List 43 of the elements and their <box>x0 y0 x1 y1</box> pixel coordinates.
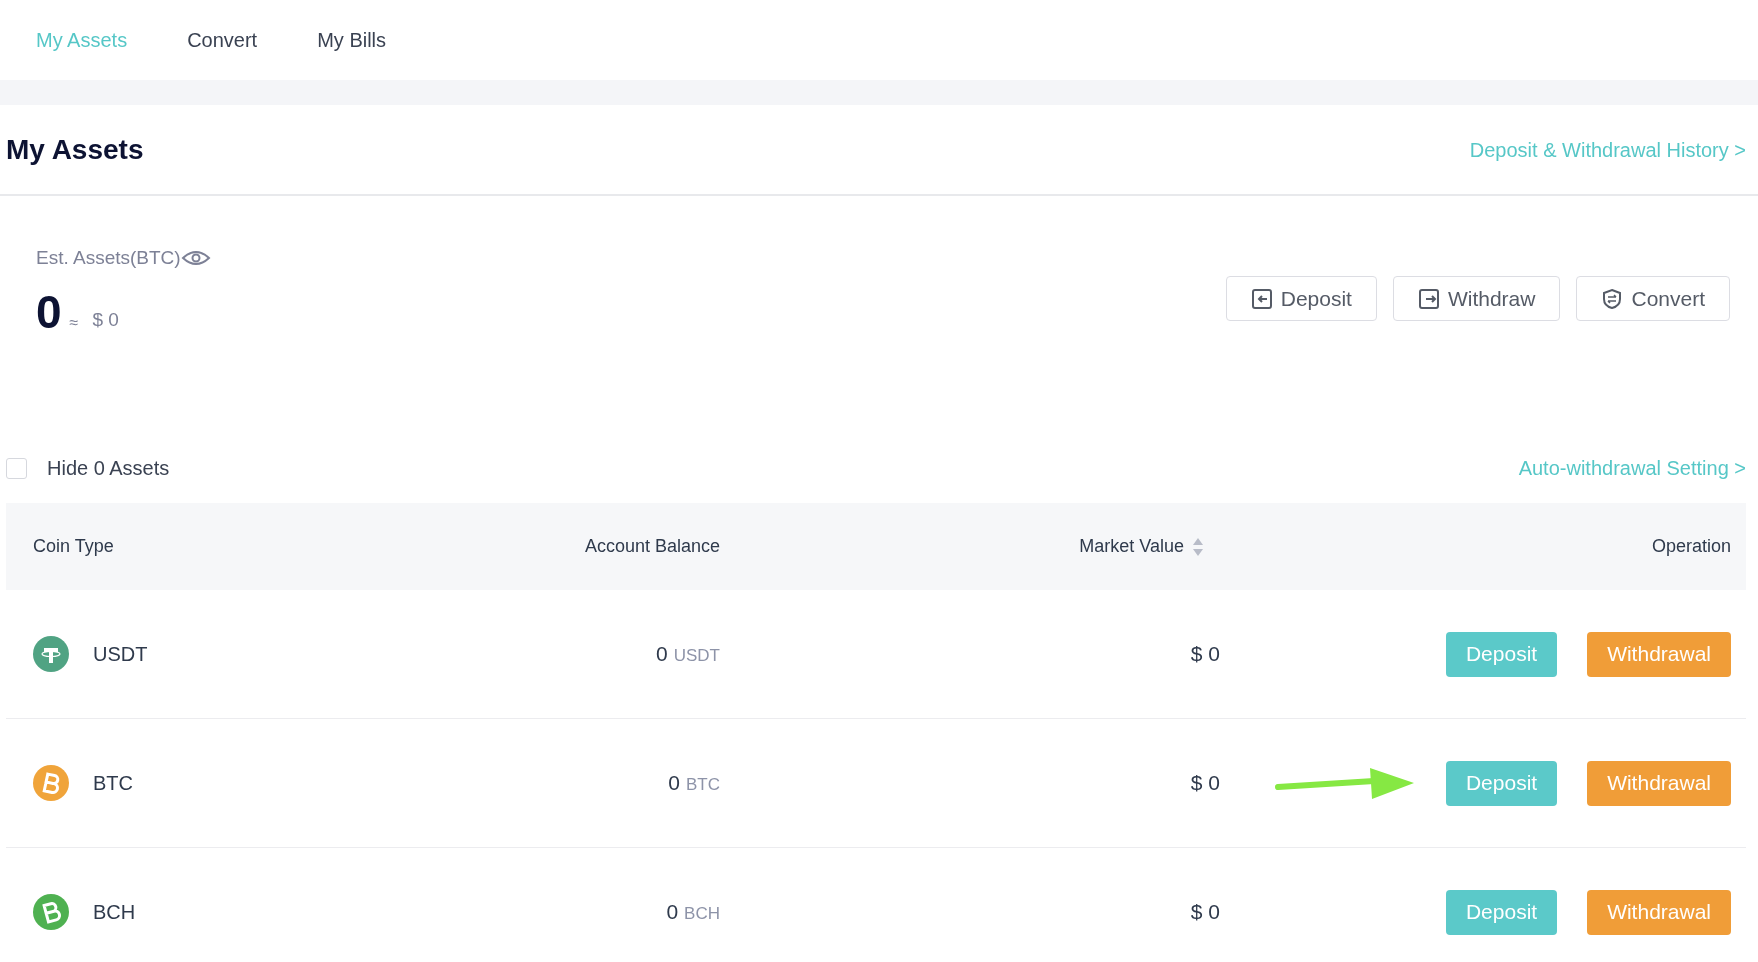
market-value: $ 0 <box>1189 770 1220 797</box>
tab[interactable]: My Assets <box>36 25 128 55</box>
coin-icon <box>33 894 69 930</box>
column-header: Account Balance <box>584 536 720 556</box>
history-link[interactable]: Deposit & Withdrawal History > <box>1469 134 1746 165</box>
withdrawal-button[interactable]: Withdrawal <box>1587 889 1731 935</box>
deposit-button[interactable]: Deposit <box>1445 631 1558 677</box>
checkbox-label: Hide 0 Assets <box>47 456 170 481</box>
column-header: Operation <box>1651 536 1731 556</box>
withdrawal-button[interactable]: Withdrawal <box>1587 760 1731 806</box>
auto-withdrawal-link[interactable]: Auto-withdrawal Setting > <box>1518 453 1746 483</box>
coin-name: USDT <box>93 642 148 667</box>
tab[interactable]: My Bills <box>317 25 387 55</box>
column-header[interactable]: Market Value <box>1079 533 1184 560</box>
balance-unit: BCH <box>684 904 720 924</box>
estimate-fiat: $ 0 <box>92 308 119 332</box>
estimate-amount: 0 <box>36 288 62 335</box>
balance-unit: USDT <box>673 646 720 666</box>
deposit-button[interactable]: Deposit <box>1445 889 1558 935</box>
market-value: $ 0 <box>1189 899 1220 926</box>
withdrawal-button[interactable]: Withdrawal <box>1587 631 1731 677</box>
coin-name: BTC <box>93 771 133 796</box>
estimate-label: Est. Assets(BTC) <box>36 246 181 270</box>
shield-icon <box>1601 287 1624 310</box>
exit-icon <box>1417 287 1440 310</box>
balance-amount: 0 <box>656 642 668 666</box>
balance-amount: 0 <box>668 771 680 795</box>
deposit-button[interactable]: Deposit <box>1445 760 1558 806</box>
page-title: My Assets <box>6 132 144 167</box>
coin-icon <box>33 636 69 672</box>
approx-sign: ≈ <box>69 312 79 333</box>
coin-icon <box>33 765 69 801</box>
balance-unit: BTC <box>686 775 720 795</box>
column-header: Coin Type <box>33 536 114 556</box>
checkbox[interactable] <box>6 457 27 479</box>
action-button[interactable]: Convert <box>1576 276 1730 321</box>
action-button[interactable]: Withdraw <box>1392 276 1561 321</box>
tab[interactable]: Convert <box>187 25 258 55</box>
coin-name: BCH <box>93 900 136 925</box>
balance-amount: 0 <box>666 900 679 924</box>
market-value: $ 0 <box>1189 641 1220 668</box>
enter-icon <box>1250 287 1273 310</box>
action-button[interactable]: Deposit <box>1225 276 1377 321</box>
